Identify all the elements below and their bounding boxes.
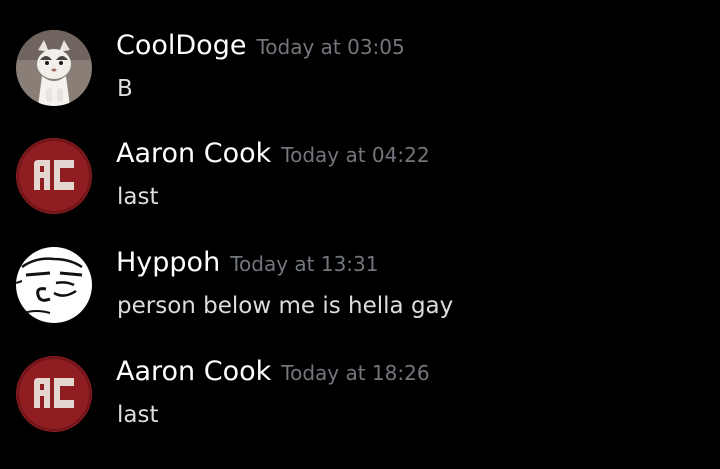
username[interactable]: Aaron Cook [116,138,271,169]
timestamp: Today at 13:31 [230,252,379,276]
red-ac-logo-avatar [16,356,92,432]
username[interactable]: CoolDoge [116,30,246,61]
message-item: Aaron Cook Today at 18:26 last [0,356,720,452]
username[interactable]: Aaron Cook [116,356,271,387]
message-text: last [117,402,159,428]
avatar[interactable] [16,356,92,432]
timestamp: Today at 04:22 [281,143,430,167]
red-ac-logo-avatar [16,138,92,214]
timestamp: Today at 18:26 [281,361,430,385]
message-header: CoolDoge Today at 03:05 [116,30,405,65]
message-item: Hyppoh Today at 13:31 person below me is … [0,247,720,343]
avatar[interactable] [16,30,92,106]
message-list: CoolDoge Today at 03:05 B Aaron Cook Today… [0,0,720,469]
message-header: Aaron Cook Today at 04:22 [116,138,430,173]
message-text: B [117,76,133,102]
message-text: person below me is hella gay [117,293,454,319]
message-header: Hyppoh Today at 13:31 [116,247,379,282]
avatar[interactable] [16,247,92,323]
message-item: CoolDoge Today at 03:05 B [0,30,720,126]
username[interactable]: Hyppoh [116,247,220,278]
timestamp: Today at 03:05 [256,35,405,59]
sketch-face-avatar [16,247,92,323]
message-header: Aaron Cook Today at 18:26 [116,356,430,391]
cat-photo-avatar [16,30,92,106]
message-text: last [117,184,159,210]
message-item: Aaron Cook Today at 04:22 last [0,138,720,234]
avatar[interactable] [16,138,92,214]
